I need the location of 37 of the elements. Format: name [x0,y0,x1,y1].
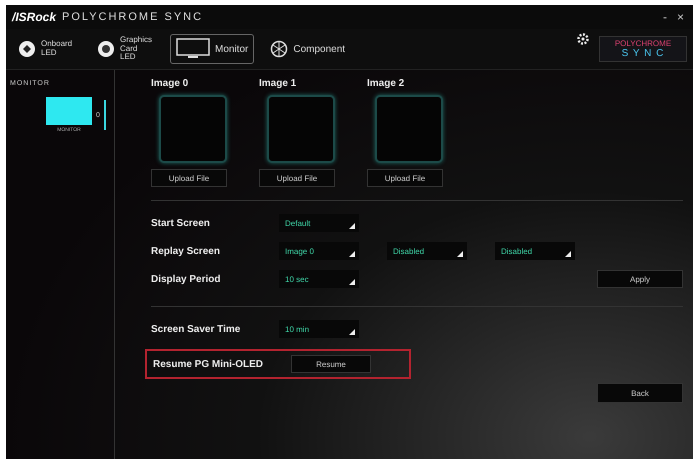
nav-tab[interactable]: Graphics Card LED [91,32,160,66]
logo: POLYCHROME S Y N C [599,36,687,62]
settings-icon[interactable] [577,33,589,45]
dropdown[interactable]: Disabled [495,242,575,260]
minimize-button[interactable]: - [660,10,670,24]
back-button[interactable]: Back [597,383,683,403]
upload-button[interactable]: Upload File [151,169,227,187]
image-slot [375,95,443,163]
monitor-icon [176,38,210,60]
image-slot [159,95,227,163]
setting-label: Start Screen [151,218,211,228]
upload-button[interactable]: Upload File [367,169,443,187]
setting-label: Screen Saver Time [151,324,242,334]
resume-button[interactable]: Resume [291,355,371,373]
window-title: POLYCHROME SYNC [62,11,204,23]
dropdown[interactable]: Image 0 [279,242,359,260]
setting-label: Display Period [151,274,222,284]
setting-label: Resume PG Mini-OLED [153,358,264,370]
image-title: Image 0 [151,78,190,89]
image-slot [267,95,335,163]
apply-button[interactable]: Apply [597,270,683,288]
setting-label: Replay Screen [151,246,221,256]
dropdown[interactable]: Disabled [387,242,467,260]
chip-icon [18,40,36,58]
image-title: Image 1 [259,78,298,89]
nav-tab[interactable]: Component [264,36,352,62]
nav-tab[interactable]: Monitor [170,34,254,64]
upload-button[interactable]: Upload File [259,169,335,187]
brand-name: /ISRock [12,10,56,24]
component-icon [270,40,288,58]
image-title: Image 2 [367,78,406,89]
dropdown[interactable]: Default [279,214,359,232]
dropdown[interactable]: 10 min [279,320,359,338]
fan-icon [97,40,115,58]
close-button[interactable]: × [674,10,687,24]
nav-tab[interactable]: Onboard LED [12,36,81,62]
dropdown[interactable]: 10 sec [279,270,359,288]
